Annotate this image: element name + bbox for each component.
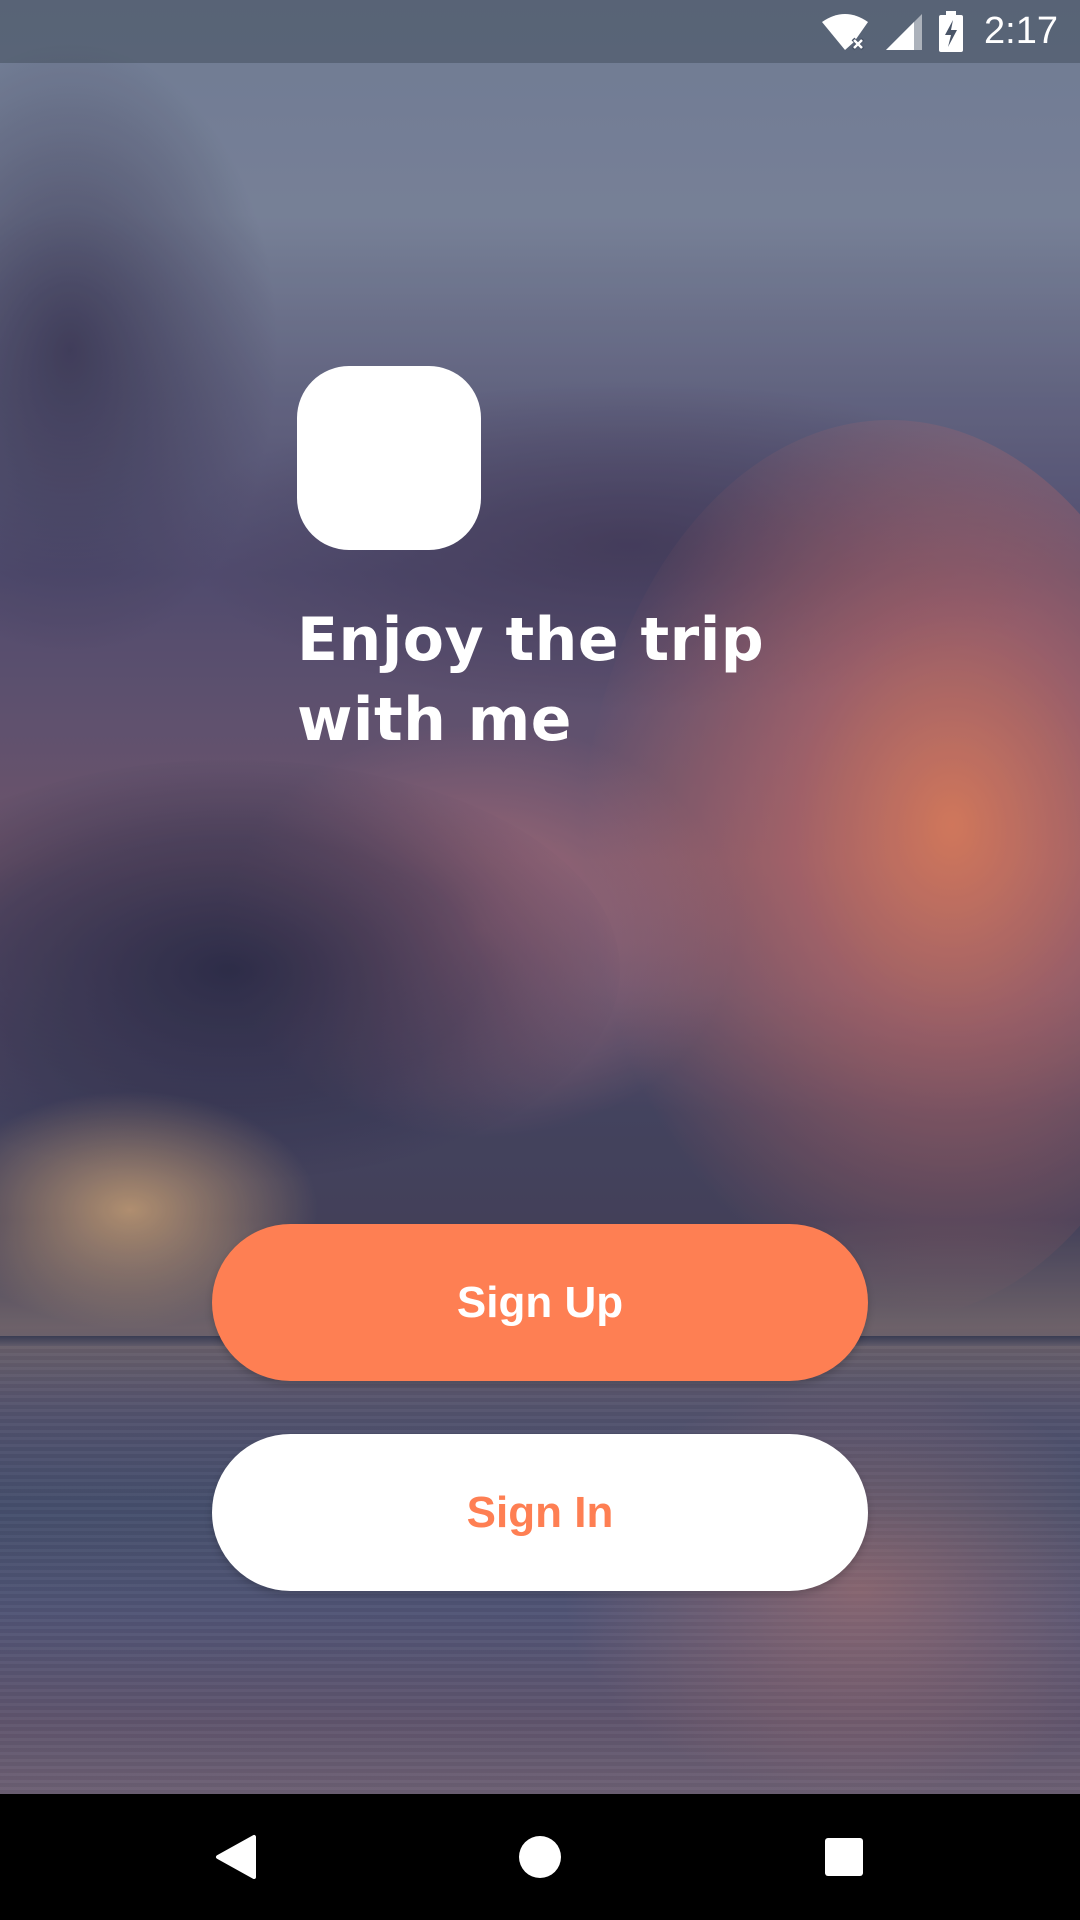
- status-icons: 2:17: [820, 0, 1058, 63]
- headline: Enjoy the trip with me: [297, 600, 857, 760]
- battery-charging-icon: [939, 10, 964, 52]
- wifi-no-internet-icon: [822, 13, 869, 50]
- headline-line-1: Enjoy the trip: [297, 605, 765, 675]
- home-button[interactable]: [480, 1794, 600, 1920]
- app-logo-placeholder: [297, 366, 481, 550]
- headline-line-2: with me: [297, 685, 572, 755]
- home-icon: [519, 1836, 561, 1878]
- status-bar: 2:17: [0, 0, 1080, 63]
- recents-icon: [825, 1838, 863, 1876]
- recents-button[interactable]: [784, 1794, 904, 1920]
- navigation-bar: [0, 1794, 1080, 1920]
- back-button[interactable]: [176, 1794, 296, 1920]
- sign-in-button[interactable]: Sign In: [212, 1434, 868, 1591]
- sign-up-button[interactable]: Sign Up: [212, 1224, 868, 1381]
- back-icon: [216, 1835, 256, 1879]
- cell-signal-icon: [886, 13, 923, 50]
- status-time: 2:17: [984, 10, 1058, 52]
